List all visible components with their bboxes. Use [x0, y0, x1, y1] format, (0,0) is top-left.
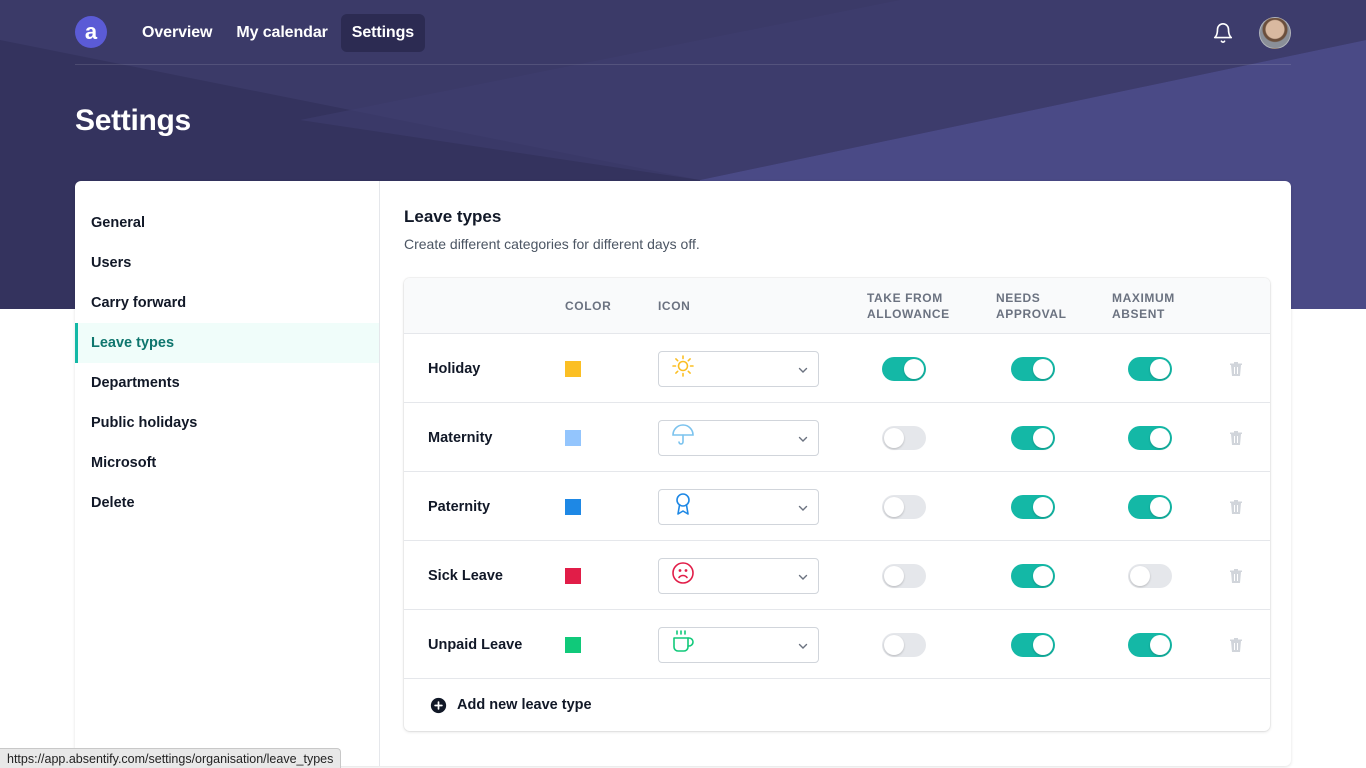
- sidebar-item-microsoft[interactable]: Microsoft: [75, 443, 379, 483]
- table-header: COLOR ICON TAKE FROM ALLOWANCE NEEDS APP…: [404, 278, 1270, 334]
- toggle-take-from-allowance-unpaid-leave[interactable]: [882, 632, 926, 657]
- leave-types-table: COLOR ICON TAKE FROM ALLOWANCE NEEDS APP…: [404, 278, 1270, 731]
- award-icon: [671, 492, 695, 521]
- sidebar-item-leave-types[interactable]: Leave types: [75, 323, 379, 363]
- coffee-icon: [671, 630, 695, 659]
- header-needs-approval: NEEDS APPROVAL: [996, 291, 1067, 321]
- sidebar-item-carry-forward[interactable]: Carry forward: [75, 283, 379, 323]
- chevron-down-icon: [798, 367, 808, 373]
- icon-select-maternity[interactable]: [658, 419, 819, 456]
- settings-card: General Users Carry forward Leave types …: [75, 181, 1291, 766]
- sad-face-icon: [671, 561, 695, 590]
- toggle-needs-approval-paternity[interactable]: [1011, 494, 1055, 519]
- page-title: Settings: [75, 104, 191, 137]
- add-leave-type-button[interactable]: Add new leave type: [404, 679, 1270, 731]
- sidebar-item-public-holidays[interactable]: Public holidays: [75, 403, 379, 443]
- trash-icon[interactable]: [1228, 568, 1244, 584]
- add-leave-type-label: Add new leave type: [457, 697, 592, 713]
- status-bar-url: https://app.absentify.com/settings/organ…: [0, 748, 342, 768]
- section-description: Create different categories for differen…: [404, 236, 700, 252]
- leave-type-color-swatch[interactable]: [565, 498, 581, 515]
- header-color: COLOR: [565, 299, 612, 313]
- nav-settings[interactable]: Settings: [340, 14, 426, 52]
- chevron-down-icon: [798, 436, 808, 442]
- sidebar-item-general[interactable]: General: [75, 203, 379, 243]
- trash-icon[interactable]: [1228, 637, 1244, 653]
- settings-sidebar: General Users Carry forward Leave types …: [75, 181, 380, 766]
- leave-type-name: Maternity: [428, 429, 493, 446]
- sidebar-item-departments[interactable]: Departments: [75, 363, 379, 403]
- trash-icon[interactable]: [1228, 499, 1244, 515]
- section-title: Leave types: [404, 207, 502, 226]
- table-row: Unpaid Leave: [404, 610, 1270, 679]
- umbrella-icon: [671, 423, 695, 452]
- toggle-needs-approval-holiday[interactable]: [1011, 356, 1055, 381]
- nav-overview[interactable]: Overview: [131, 14, 223, 52]
- icon-select-sick-leave[interactable]: [658, 557, 819, 594]
- leave-type-color-swatch[interactable]: [565, 429, 581, 446]
- app-logo[interactable]: a: [75, 16, 107, 48]
- leave-type-name: Paternity: [428, 498, 491, 515]
- leave-type-name: Unpaid Leave: [428, 636, 523, 653]
- leave-type-name: Holiday: [428, 360, 481, 377]
- trash-icon[interactable]: [1228, 361, 1244, 377]
- leave-type-name: Sick Leave: [428, 567, 503, 584]
- toggle-needs-approval-sick-leave[interactable]: [1011, 563, 1055, 588]
- sidebar-item-users[interactable]: Users: [75, 243, 379, 283]
- toggle-take-from-allowance-paternity[interactable]: [882, 494, 926, 519]
- nav-divider: [75, 64, 1291, 65]
- chevron-down-icon: [798, 574, 808, 580]
- leave-type-color-swatch[interactable]: [565, 636, 581, 653]
- sun-icon: [671, 354, 695, 383]
- header-maximum-absent: MAXIMUM ABSENT: [1112, 291, 1175, 321]
- table-body: Holiday Maternity Paternity Sick Leave Unpai…: [404, 334, 1270, 679]
- icon-select-holiday[interactable]: [658, 350, 819, 387]
- chevron-down-icon: [798, 643, 808, 649]
- header-icon: ICON: [658, 299, 691, 313]
- toggle-maximum-absent-holiday[interactable]: [1128, 356, 1172, 381]
- plus-circle-icon: [430, 697, 447, 713]
- sidebar-item-delete[interactable]: Delete: [75, 483, 379, 523]
- icon-select-unpaid-leave[interactable]: [658, 626, 819, 663]
- top-navigation: a Overview My calendar Settings: [75, 13, 1291, 53]
- leave-type-color-swatch[interactable]: [565, 567, 581, 584]
- leave-type-color-swatch[interactable]: [565, 360, 581, 377]
- table-row: Paternity: [404, 472, 1270, 541]
- toggle-needs-approval-maternity[interactable]: [1011, 425, 1055, 450]
- header-take-from-allowance: TAKE FROM ALLOWANCE: [867, 291, 950, 321]
- toggle-take-from-allowance-maternity[interactable]: [882, 425, 926, 450]
- icon-select-paternity[interactable]: [658, 488, 819, 525]
- toggle-maximum-absent-sick-leave[interactable]: [1128, 563, 1172, 588]
- bell-icon[interactable]: [1211, 21, 1235, 45]
- table-row: Holiday: [404, 334, 1270, 403]
- user-avatar[interactable]: [1259, 17, 1291, 49]
- toggle-maximum-absent-maternity[interactable]: [1128, 425, 1172, 450]
- table-row: Sick Leave: [404, 541, 1270, 610]
- toggle-take-from-allowance-sick-leave[interactable]: [882, 563, 926, 588]
- toggle-take-from-allowance-holiday[interactable]: [882, 356, 926, 381]
- toggle-maximum-absent-paternity[interactable]: [1128, 494, 1172, 519]
- toggle-needs-approval-unpaid-leave[interactable]: [1011, 632, 1055, 657]
- trash-icon[interactable]: [1228, 430, 1244, 446]
- chevron-down-icon: [798, 505, 808, 511]
- table-row: Maternity: [404, 403, 1270, 472]
- leave-types-section: Leave types Create different categories …: [380, 181, 1291, 766]
- nav-my-calendar[interactable]: My calendar: [225, 14, 338, 52]
- toggle-maximum-absent-unpaid-leave[interactable]: [1128, 632, 1172, 657]
